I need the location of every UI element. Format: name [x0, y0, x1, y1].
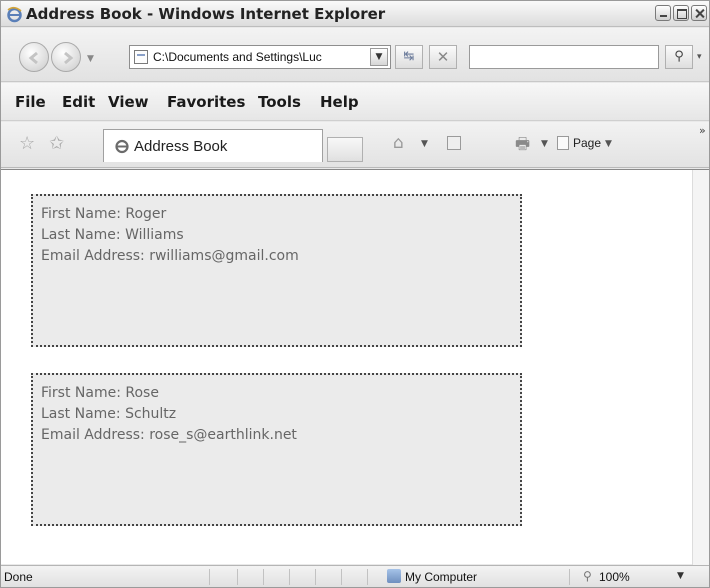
- title-bar: Address Book - Windows Internet Explorer: [1, 1, 709, 27]
- tab-label: Address Book: [134, 138, 228, 155]
- address-dropdown-button[interactable]: ▼: [370, 48, 388, 66]
- contact-last-name: Last Name: Schultz: [41, 406, 177, 422]
- back-button[interactable]: [19, 42, 49, 72]
- toolbar-overflow-chevron[interactable]: »: [699, 124, 706, 137]
- minimize-button[interactable]: [655, 5, 671, 21]
- back-arrow-icon: [28, 51, 38, 65]
- zoom-icon: ⚲: [583, 569, 592, 583]
- contact-email: Email Address: rwilliams@gmail.com: [41, 248, 299, 264]
- contact-first-name: First Name: Rose: [41, 385, 159, 401]
- stop-button[interactable]: ✕: [429, 45, 457, 69]
- ie-logo-icon: [7, 6, 22, 23]
- status-divider: [315, 569, 316, 585]
- window-controls: [655, 5, 707, 21]
- magnifier-icon: ⚲: [674, 49, 684, 64]
- menu-edit[interactable]: Edit: [62, 93, 95, 111]
- zoom-level[interactable]: 100%: [599, 570, 630, 584]
- feeds-icon[interactable]: [447, 136, 461, 150]
- command-toolbar: ☆ ✩ Address Book ⌂ ▼ 🖶 ▼ Page ▼ »: [1, 122, 709, 168]
- menu-file[interactable]: File: [15, 93, 46, 111]
- contact-last-name: Last Name: Williams: [41, 227, 184, 243]
- printer-icon[interactable]: 🖶: [515, 133, 530, 160]
- new-tab-button[interactable]: [327, 137, 363, 162]
- menu-favorites[interactable]: Favorites: [167, 93, 245, 111]
- close-button[interactable]: [691, 5, 707, 21]
- page-menu-button[interactable]: Page: [573, 136, 601, 150]
- navigation-bar: ▼ C:\Documents and Settings\Luc ▼ ↹ ✕ ⚲ …: [1, 28, 709, 82]
- status-divider: [209, 569, 210, 585]
- ie-logo-icon: [115, 139, 129, 154]
- print-dropdown[interactable]: ▼: [541, 139, 548, 149]
- status-divider: [289, 569, 290, 585]
- menu-bar: File Edit View Favorites Tools Help: [1, 83, 709, 121]
- status-divider: [367, 569, 368, 585]
- refresh-icon: ↹: [403, 49, 415, 64]
- window-title: Address Book - Windows Internet Explorer: [26, 5, 386, 23]
- tab-address-book[interactable]: Address Book: [103, 129, 323, 162]
- browser-window: Address Book - Windows Internet Explorer…: [0, 0, 710, 588]
- stop-icon: ✕: [436, 48, 450, 66]
- contact-email: Email Address: rose_s@earthlink.net: [41, 427, 297, 443]
- page-dropdown[interactable]: ▼: [605, 139, 612, 149]
- security-zone[interactable]: My Computer: [405, 570, 477, 584]
- search-button[interactable]: ⚲: [665, 45, 693, 69]
- address-input[interactable]: C:\Documents and Settings\Luc: [153, 50, 363, 64]
- recent-pages-dropdown[interactable]: ▼: [87, 54, 94, 64]
- home-dropdown[interactable]: ▼: [421, 139, 428, 149]
- vertical-scrollbar[interactable]: [692, 170, 709, 565]
- menu-help[interactable]: Help: [320, 93, 359, 111]
- contact-card: First Name: Roger Last Name: Williams Em…: [31, 194, 522, 347]
- computer-icon: [387, 569, 401, 583]
- status-bar: Done My Computer ⚲ 100% ▼: [1, 565, 709, 587]
- star-icon[interactable]: ☆: [19, 133, 35, 154]
- menu-tools[interactable]: Tools: [258, 93, 301, 111]
- refresh-button[interactable]: ↹: [395, 45, 423, 69]
- status-divider: [569, 569, 570, 585]
- contact-card: First Name: Rose Last Name: Schultz Emai…: [31, 373, 522, 526]
- search-options-dropdown[interactable]: ▾: [697, 45, 709, 69]
- zoom-dropdown[interactable]: ▼: [677, 571, 684, 581]
- page-icon: [134, 50, 148, 64]
- address-bar[interactable]: C:\Documents and Settings\Luc ▼: [129, 45, 391, 69]
- home-icon[interactable]: ⌂: [393, 133, 404, 153]
- search-input[interactable]: [469, 45, 659, 69]
- page-icon: [557, 136, 569, 150]
- forward-arrow-icon: [64, 51, 74, 65]
- status-divider: [237, 569, 238, 585]
- status-divider: [341, 569, 342, 585]
- forward-button[interactable]: [51, 42, 81, 72]
- menu-view[interactable]: View: [108, 93, 149, 111]
- add-favorites-icon[interactable]: ✩: [49, 133, 64, 154]
- maximize-button[interactable]: [673, 5, 689, 21]
- page-content: First Name: Roger Last Name: Williams Em…: [1, 169, 709, 565]
- contact-first-name: First Name: Roger: [41, 206, 167, 222]
- status-text: Done: [4, 570, 33, 584]
- status-divider: [263, 569, 264, 585]
